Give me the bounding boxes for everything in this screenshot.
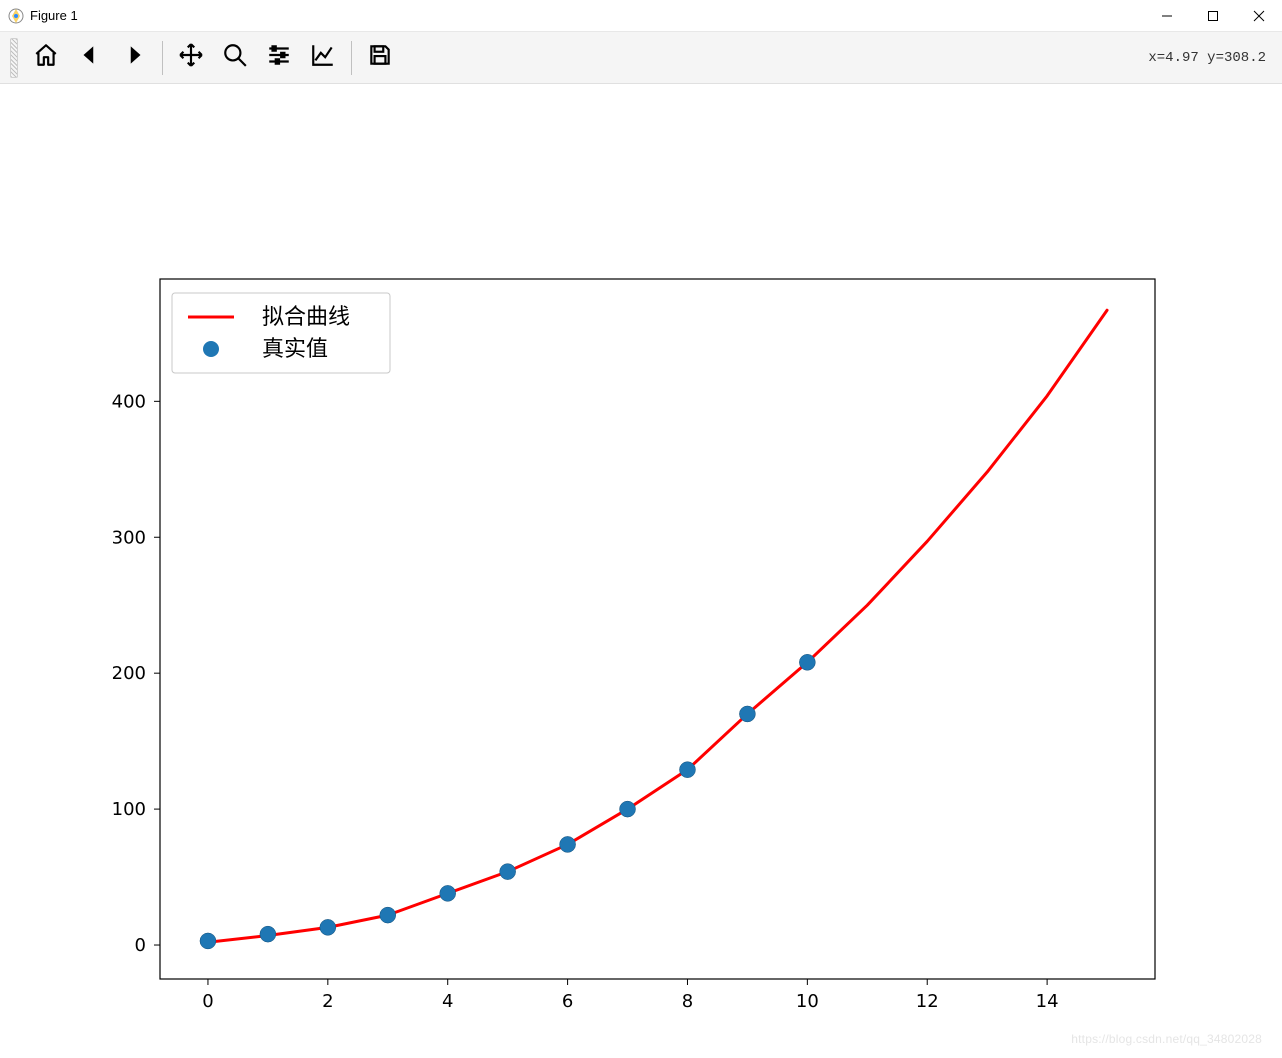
- home-button[interactable]: [26, 38, 66, 78]
- toolbar-grip[interactable]: [10, 38, 18, 78]
- toolbar-separator: [351, 41, 352, 75]
- edit-axes-button[interactable]: [303, 38, 343, 78]
- home-icon: [33, 42, 59, 73]
- toolbar-separator: [162, 41, 163, 75]
- chart-line-icon: [310, 42, 336, 73]
- svg-text:10: 10: [796, 991, 819, 1012]
- search-icon: [222, 42, 248, 73]
- chart-svg: 0 2 4 6 8 10 12 14 0 100 200 300 400 拟合曲线真实值: [0, 84, 1282, 1058]
- save-button[interactable]: [360, 38, 400, 78]
- configure-subplots-button[interactable]: [259, 38, 299, 78]
- forward-button[interactable]: [114, 38, 154, 78]
- minimize-button[interactable]: [1144, 0, 1190, 32]
- svg-text:8: 8: [682, 991, 693, 1012]
- window-title: Figure 1: [30, 8, 78, 23]
- maximize-button[interactable]: [1190, 0, 1236, 32]
- svg-text:真实值: 真实值: [262, 337, 328, 362]
- move-icon: [178, 42, 204, 73]
- svg-text:4: 4: [442, 991, 453, 1012]
- svg-text:12: 12: [916, 991, 939, 1012]
- cursor-coordinates: x=4.97 y=308.2: [1148, 50, 1272, 66]
- app-icon: [8, 8, 24, 24]
- svg-text:0: 0: [135, 935, 146, 956]
- sliders-icon: [266, 42, 292, 73]
- window-titlebar: Figure 1: [0, 0, 1282, 32]
- svg-text:300: 300: [112, 527, 146, 548]
- plot-area[interactable]: 0 2 4 6 8 10 12 14 0 100 200 300 400 拟合曲线真实值 https:/…: [0, 84, 1282, 1058]
- save-icon: [367, 42, 393, 73]
- svg-text:400: 400: [112, 391, 146, 412]
- svg-text:100: 100: [112, 799, 146, 820]
- arrow-right-icon: [121, 42, 147, 73]
- svg-text:6: 6: [562, 991, 573, 1012]
- svg-text:14: 14: [1036, 991, 1059, 1012]
- watermark: https://blog.csdn.net/qq_34802028: [1071, 1032, 1262, 1046]
- svg-text:0: 0: [202, 991, 213, 1012]
- back-button[interactable]: [70, 38, 110, 78]
- zoom-button[interactable]: [215, 38, 255, 78]
- svg-text:2: 2: [322, 991, 333, 1012]
- svg-text:拟合曲线: 拟合曲线: [262, 305, 350, 330]
- svg-text:200: 200: [112, 663, 146, 684]
- close-button[interactable]: [1236, 0, 1282, 32]
- toolbar: x=4.97 y=308.2: [0, 32, 1282, 84]
- pan-button[interactable]: [171, 38, 211, 78]
- arrow-left-icon: [77, 42, 103, 73]
